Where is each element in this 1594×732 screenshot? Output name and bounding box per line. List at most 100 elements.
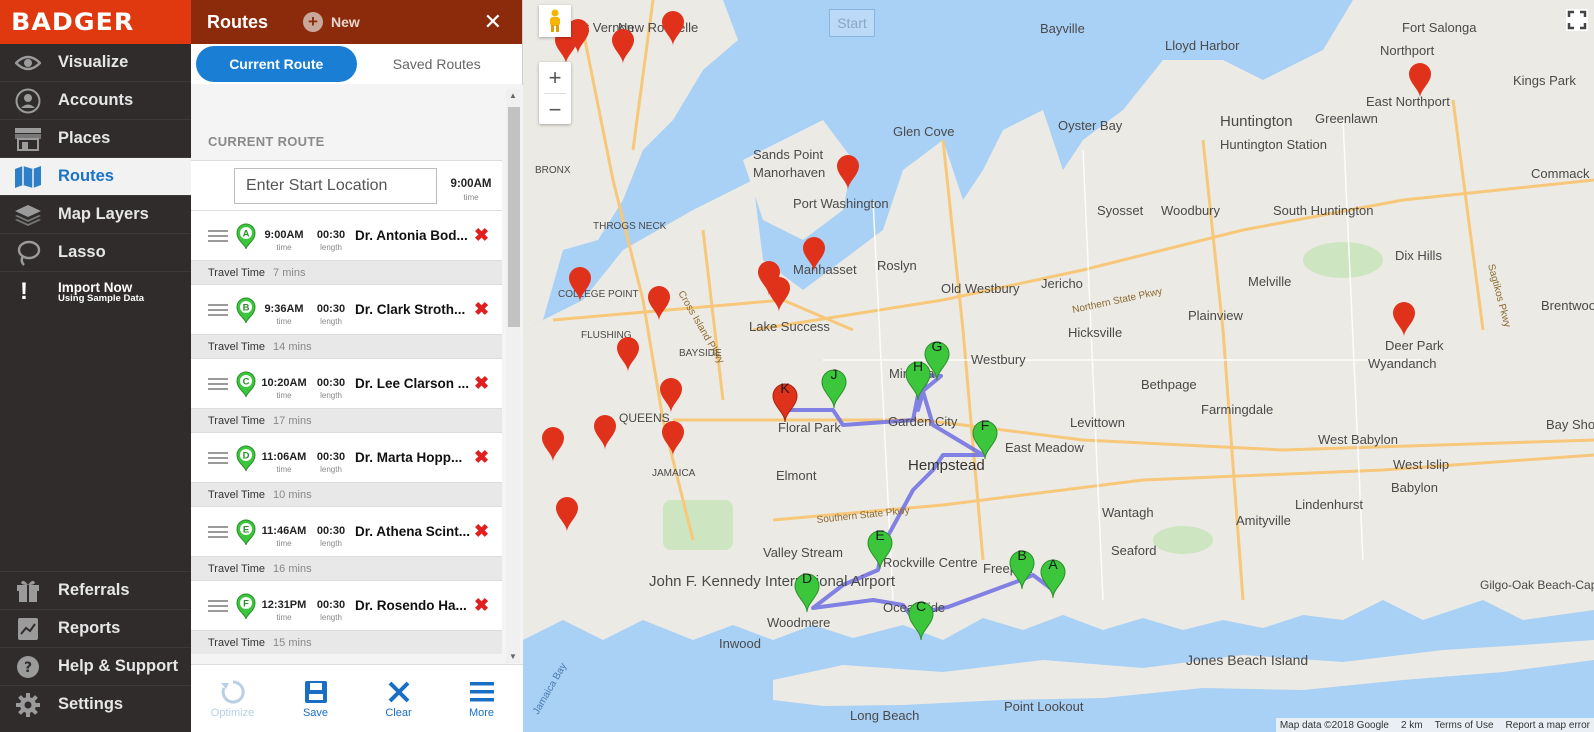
sidebar-item-label: Settings [58,695,124,713]
close-panel-button[interactable]: ✕ [484,9,502,35]
map-label: Sands Point [753,147,823,162]
map-canvas[interactable]: Mount Vernon New Rochelle Bayville Lloyd… [523,0,1594,732]
map-label: Jamaica Bay [531,661,569,716]
sidebar-item-accounts[interactable]: Accounts [0,82,191,120]
stop-length[interactable]: 00:30 [312,303,350,315]
svg-text:?: ? [24,660,32,676]
route-tabs: Current Route Saved Routes [191,44,522,84]
drag-handle-icon[interactable] [208,378,228,393]
tab-current-route[interactable]: Current Route [196,46,357,82]
stop-time-caption: time [276,317,292,326]
sidebar-item-lasso[interactable]: Lasso [0,234,191,272]
scrollbar-thumb[interactable] [508,107,520,327]
stop-name[interactable]: Dr. Lee Clarson ... [355,376,471,391]
stop-length-caption: length [320,317,342,326]
sidebar-item-reports[interactable]: Reports [0,609,191,647]
map-label: Hicksville [1068,325,1122,340]
stop-time[interactable]: 9:00AM [261,229,307,241]
stop-length[interactable]: 00:30 [312,229,350,241]
stop-length[interactable]: 00:30 [312,377,350,389]
app-logo[interactable]: BADGER [0,0,191,44]
sidebar-item-help-support[interactable]: ? Help & Support [0,647,191,685]
sidebar-item-map-layers[interactable]: Map Layers [0,196,191,234]
map-label: Huntington Station [1220,137,1327,152]
save-button[interactable]: Save [274,665,357,732]
stop-name[interactable]: Dr. Antonia Bod... [355,228,471,243]
map-label: Bay Shore [1546,417,1594,432]
drag-handle-icon[interactable] [208,304,228,319]
sidebar-item-label: Places [58,129,111,147]
zoom-in-button[interactable]: + [539,62,571,93]
drag-handle-icon[interactable] [208,230,228,245]
new-route-button[interactable]: + New [303,12,360,32]
route-stop-row[interactable]: B 9:36AM time 00:30 length Dr. Clark Stroth..… [191,284,502,334]
route-stop-row[interactable]: A 9:00AM time 00:30 length Dr. Antonia Bod...… [191,210,502,260]
stop-time[interactable]: 11:06AM [261,451,307,463]
more-button[interactable]: More [440,665,523,732]
reports-icon [14,615,42,643]
sidebar-item-settings[interactable]: Settings [0,685,191,723]
drag-handle-icon[interactable] [208,452,228,467]
import-now-button[interactable]: ! Import Now Using Sample Data [0,272,191,312]
sidebar-item-routes[interactable]: Routes [0,158,191,196]
terms-link[interactable]: Terms of Use [1435,720,1494,731]
sidebar-item-visualize[interactable]: Visualize [0,44,191,82]
remove-stop-icon[interactable]: ✖ [474,521,489,542]
travel-time-row: Travel Time 17 mins [191,408,502,432]
route-stop-row[interactable]: E 11:46AM time 00:30 length Dr. Athena Scint.… [191,506,502,556]
map-label: Dix Hills [1395,248,1442,263]
fullscreen-button[interactable] [1566,9,1588,31]
start-location-input[interactable] [234,168,437,204]
drag-handle-icon[interactable] [208,526,228,541]
stop-name[interactable]: Dr. Marta Hopp... [355,450,471,465]
stop-name[interactable]: Dr. Clark Stroth... [355,302,471,317]
stop-length[interactable]: 00:30 [312,525,350,537]
svg-text:D: D [802,570,812,586]
eye-icon [14,49,42,77]
map-scale: 2 km [1400,719,1423,731]
stop-name[interactable]: Dr. Athena Scint... [355,524,471,539]
stop-length[interactable]: 00:30 [312,599,350,611]
stop-time[interactable]: 11:46AM [261,525,307,537]
map-label: THROGS NECK [593,221,667,232]
map-label: West Babylon [1318,432,1398,447]
stop-length[interactable]: 00:30 [312,451,350,463]
route-stop-row[interactable]: F 12:31PM time 00:30 length Dr. Rosendo Ha...… [191,580,502,630]
route-stop-row[interactable]: D 11:06AM time 00:30 length Dr. Marta Hopp...… [191,432,502,482]
remove-stop-icon[interactable]: ✖ [474,595,489,616]
help-icon: ? [14,653,42,681]
remove-stop-icon[interactable]: ✖ [474,299,489,320]
sidebar-item-label: Visualize [58,53,129,71]
clear-button[interactable]: Clear [357,665,440,732]
street-view-pegman-button[interactable] [539,5,571,37]
stop-time[interactable]: 10:20AM [261,377,307,389]
zoom-out-button[interactable]: − [539,94,571,125]
svg-text:J: J [831,366,838,382]
map-label: Westbury [971,352,1026,367]
map-label: Valley Stream [763,545,843,560]
map-view[interactable]: Mount Vernon New Rochelle Bayville Lloyd… [523,0,1594,732]
travel-time-label: Travel Time [208,414,266,427]
route-stop-row[interactable]: C 10:20AM time 00:30 length Dr. Lee Clarson .… [191,358,502,408]
scroll-up-arrow-icon[interactable]: ▲ [509,91,517,100]
remove-stop-icon[interactable]: ✖ [474,373,489,394]
stop-length-caption: length [320,613,342,622]
remove-stop-icon[interactable]: ✖ [474,447,489,468]
scroll-down-arrow-icon[interactable]: ▼ [509,652,517,661]
clear-label: Clear [385,707,412,719]
sidebar-item-places[interactable]: Places [0,120,191,158]
remove-stop-icon[interactable]: ✖ [474,225,489,246]
report-error-link[interactable]: Report a map error [1506,720,1590,731]
drag-handle-icon[interactable] [208,600,228,615]
sidebar-item-referrals[interactable]: Referrals [0,571,191,609]
start-time[interactable]: 9:00AM [449,178,493,190]
stop-time[interactable]: 12:31PM [261,599,307,611]
stop-name[interactable]: Dr. Rosendo Ha... [355,598,471,613]
list-scrollbar[interactable]: ▲ ▼ [506,89,520,663]
optimize-button[interactable]: Optimize [191,665,274,732]
sidebar: BADGER Visualize Accounts Places Routes [0,0,191,732]
start-overlay-button[interactable]: Start [829,9,875,37]
map-label: Roslyn [877,258,917,273]
stop-time[interactable]: 9:36AM [261,303,307,315]
tab-saved-routes[interactable]: Saved Routes [357,46,518,82]
